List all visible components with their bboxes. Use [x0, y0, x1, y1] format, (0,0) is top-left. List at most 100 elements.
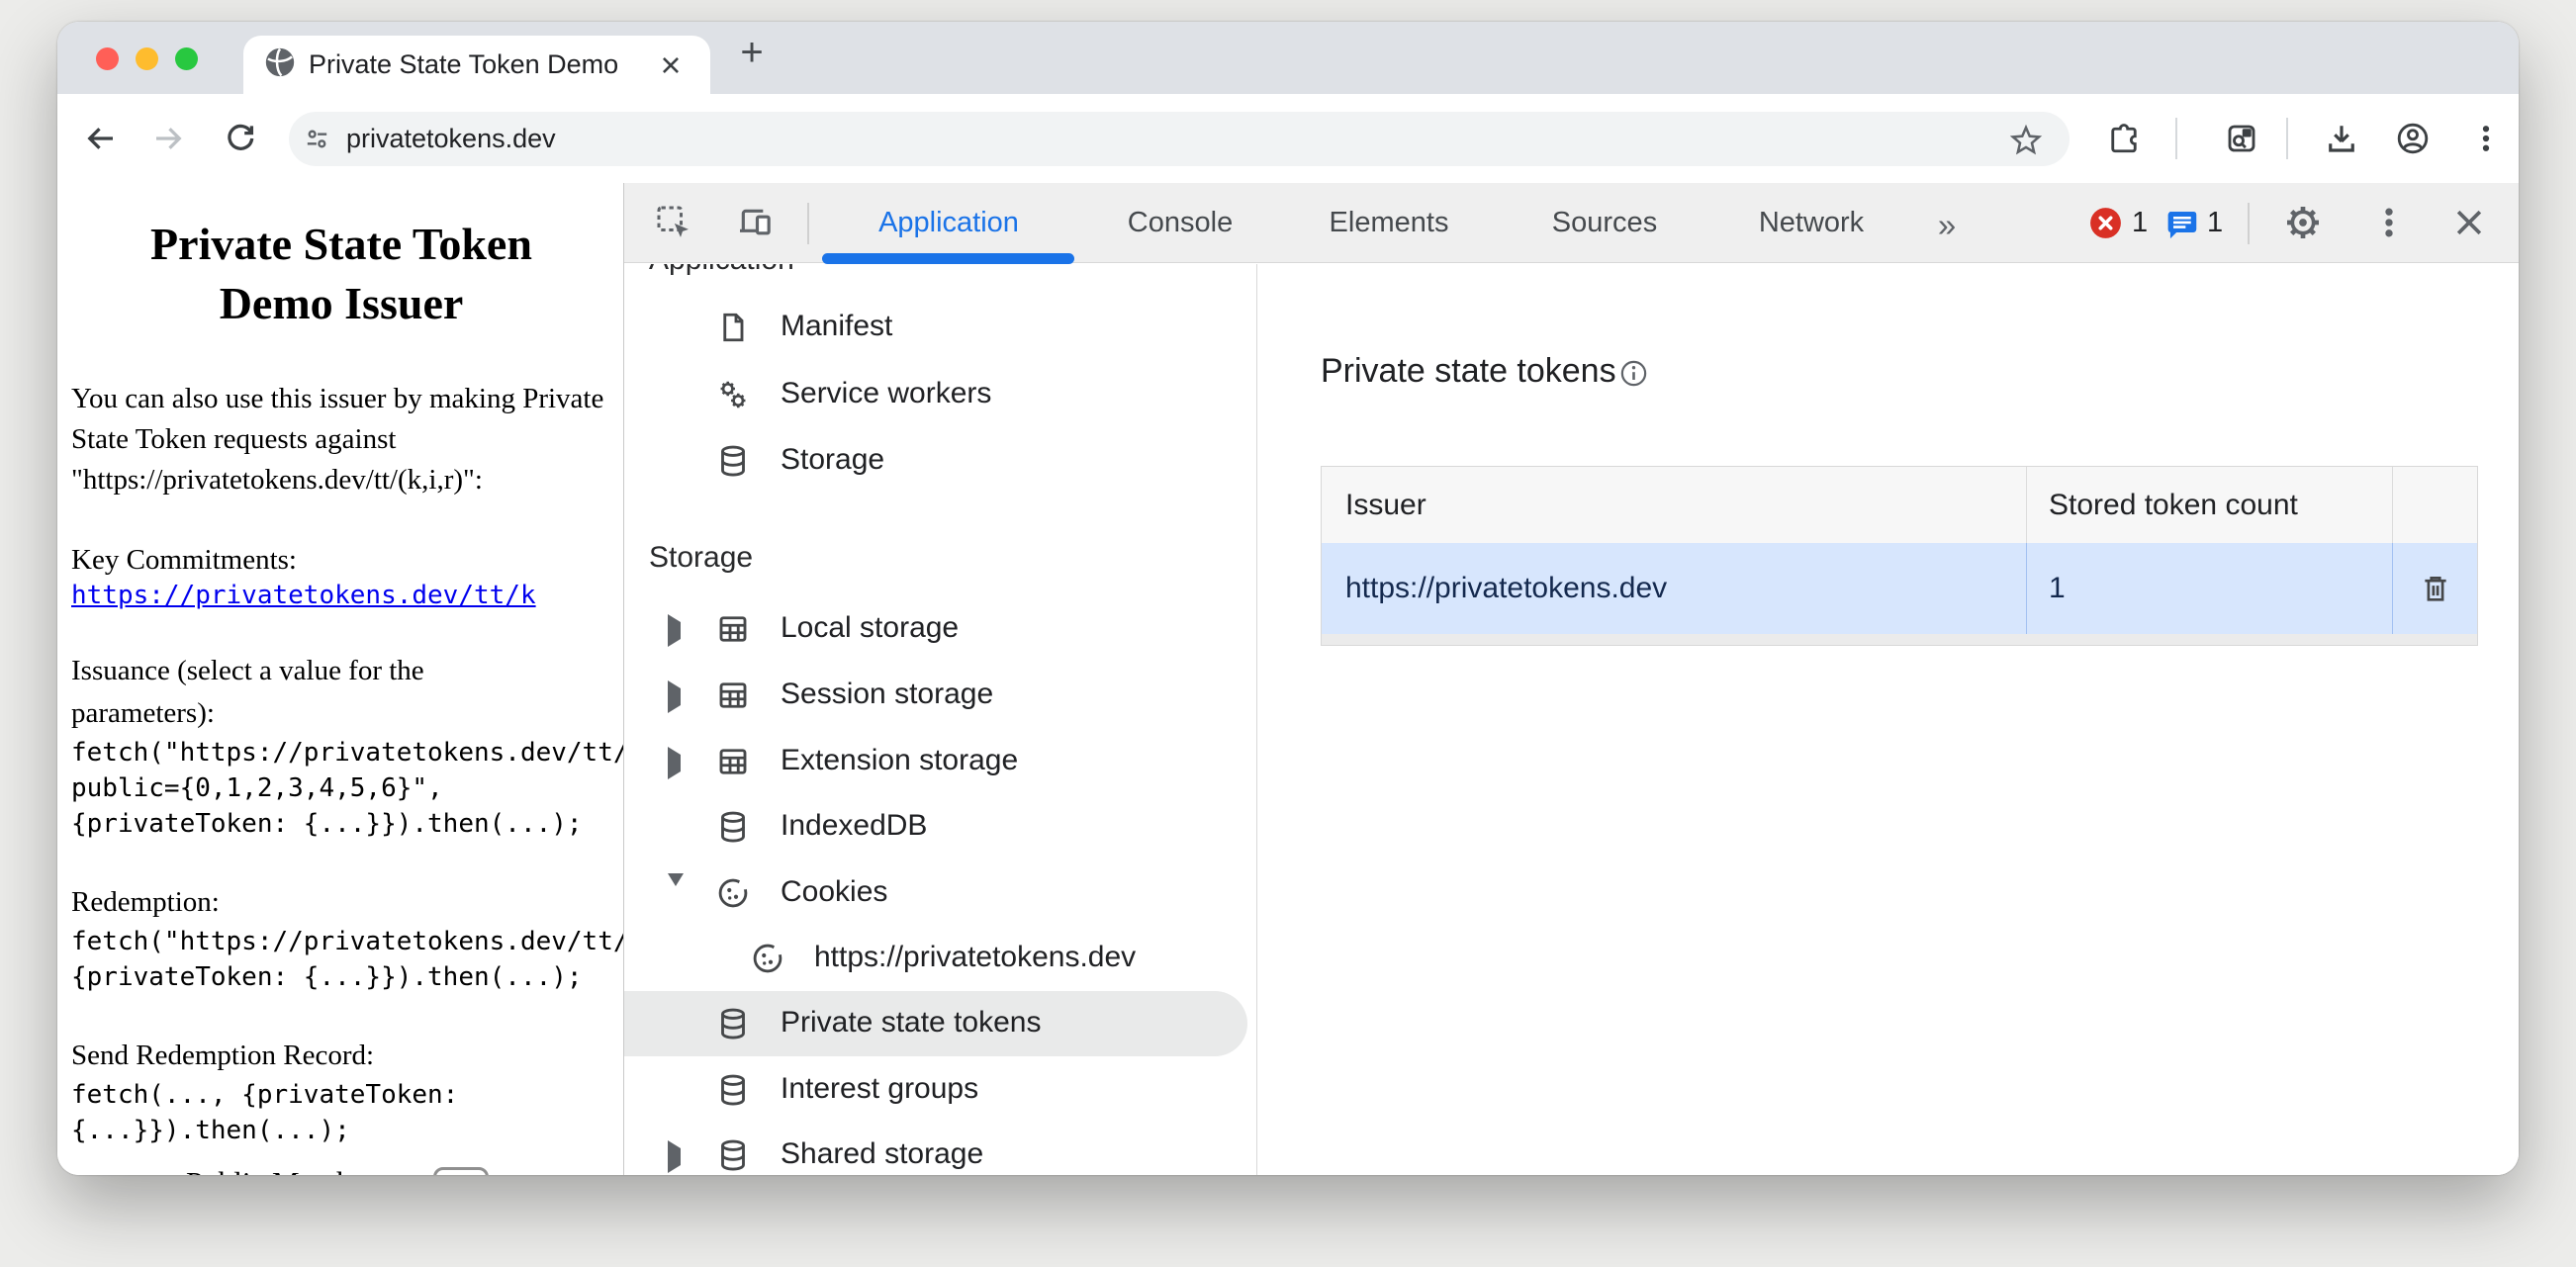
- error-count: 1: [2132, 207, 2148, 239]
- issuance-section: Issuance (select a value for the paramet…: [71, 650, 611, 842]
- sidebar-item-extension-storage[interactable]: Extension storage: [624, 729, 1249, 794]
- url-text: privatetokens.dev: [346, 124, 556, 154]
- reload-icon[interactable]: [223, 121, 258, 156]
- device-toolbar-icon[interactable]: [735, 203, 775, 242]
- database-icon: [715, 1006, 751, 1041]
- tab-sources[interactable]: Sources: [1552, 207, 1657, 239]
- redemption-code: fetch("https://privatetokens.dev/tt/ {pr…: [71, 924, 611, 995]
- key-commitments-link[interactable]: https://privatetokens.dev/tt/k: [71, 581, 536, 610]
- redemption-section: Redemption: fetch("https://privatetokens…: [71, 881, 611, 995]
- send-redemption-record-code: fetch(..., {privateToken: {...}}).then(.…: [71, 1077, 611, 1148]
- key-commitments-label: Key Commitments:: [71, 540, 611, 581]
- cell-issuer: https://privatetokens.dev: [1322, 543, 2027, 634]
- sidebar-item-cookies[interactable]: Cookies: [624, 860, 1249, 926]
- devtools-sidebar: Application Manifest: [624, 264, 1257, 1175]
- tab-console[interactable]: Console: [1128, 207, 1233, 239]
- table-row[interactable]: https://privatetokens.dev 1: [1321, 543, 2478, 634]
- grid-table-icon: [715, 611, 751, 647]
- devtools-close-icon[interactable]: [2449, 203, 2489, 242]
- bookmark-star-icon[interactable]: [2008, 122, 2044, 157]
- column-header-stored-token-count[interactable]: Stored token count: [2027, 467, 2393, 543]
- tab-strip: Private State Token Demo +: [57, 22, 2519, 94]
- console-message-icon[interactable]: [2163, 206, 2203, 245]
- toolbar-divider: [2286, 118, 2288, 159]
- public-member-label: Public Member: [186, 1165, 376, 1175]
- public-member-input[interactable]: [433, 1167, 489, 1175]
- sidebar-item-private-state-tokens[interactable]: Private state tokens: [624, 991, 1247, 1056]
- extensions-puzzle-icon[interactable]: [2106, 121, 2142, 156]
- grid-table-icon: [715, 678, 751, 713]
- disclosure-triangle-icon[interactable]: [668, 1148, 681, 1166]
- sidebar-item-shared-storage[interactable]: Shared storage: [624, 1123, 1249, 1175]
- database-icon: [715, 1072, 751, 1108]
- send-redemption-record-label: Send Redemption Record:: [71, 1035, 546, 1077]
- browser-menu-kebab-icon[interactable]: [2468, 121, 2504, 156]
- sidebar-item-local-storage[interactable]: Local storage: [624, 596, 1249, 662]
- settings-gear-icon[interactable]: [2283, 203, 2323, 242]
- redemption-label: Redemption:: [71, 881, 546, 924]
- disclosure-triangle-icon[interactable]: [668, 688, 681, 706]
- page-title: Private State Token Demo Issuer: [71, 215, 611, 333]
- devtools-main-panel: Private state tokens: [1258, 264, 2519, 1175]
- web-page: Private State Token Demo Issuer You can …: [57, 183, 623, 1175]
- cell-actions: [2393, 543, 2477, 634]
- profile-icon[interactable]: [2395, 121, 2431, 156]
- disclosure-triangle-icon[interactable]: [668, 886, 684, 904]
- devtools-menu-kebab-icon[interactable]: [2369, 203, 2409, 242]
- content-area: Private State Token Demo Issuer You can …: [57, 183, 2519, 1175]
- tab-elements[interactable]: Elements: [1330, 207, 1449, 239]
- clipped-bottom-row: Public Member: [57, 1165, 623, 1175]
- intro-paragraph: You can also use this issuer by making P…: [71, 379, 611, 500]
- tab-close-icon[interactable]: [654, 48, 688, 82]
- site-settings-tune-icon[interactable]: [303, 125, 331, 153]
- devtools-body: Application Manifest: [624, 264, 2519, 1175]
- sidebar-item-indexeddb[interactable]: IndexedDB: [624, 794, 1249, 860]
- url-bar[interactable]: privatetokens.dev: [289, 112, 2070, 166]
- disclosure-triangle-icon[interactable]: [668, 755, 681, 772]
- back-icon[interactable]: [83, 121, 119, 156]
- issuance-code: fetch("https://privatetokens.dev/tt/ pub…: [71, 735, 611, 842]
- sidebar-item-interest-groups[interactable]: Interest groups: [624, 1057, 1249, 1123]
- sidebar-item-session-storage[interactable]: Session storage: [624, 663, 1249, 728]
- table-header-row: Issuer Stored token count: [1321, 466, 2478, 543]
- grid-table-icon: [715, 744, 751, 779]
- issuance-label: Issuance (select a value for the paramet…: [71, 650, 546, 735]
- sidebar-section-application: Application: [624, 264, 1249, 295]
- browser-tab[interactable]: Private State Token Demo: [243, 36, 710, 94]
- disclosure-triangle-icon[interactable]: [668, 622, 681, 640]
- column-header-actions: [2393, 467, 2477, 543]
- devtools-panel: Application Console Elements Sources Net…: [623, 183, 2519, 1175]
- new-tab-icon[interactable]: +: [732, 34, 772, 73]
- column-header-issuer[interactable]: Issuer: [1322, 467, 2027, 543]
- screenshot-stage: Private State Token Demo +: [0, 0, 2576, 1267]
- tab-application[interactable]: Application: [878, 207, 1019, 239]
- database-icon: [715, 809, 751, 845]
- sidebar-item-manifest[interactable]: Manifest: [624, 295, 1249, 360]
- more-tabs-chevron-icon[interactable]: »: [1938, 207, 1956, 244]
- trash-icon[interactable]: [2419, 572, 2452, 605]
- inspect-element-icon[interactable]: [654, 203, 693, 242]
- table-footer-strip: [1321, 634, 2478, 646]
- toolbar-divider: [2175, 118, 2177, 159]
- sidebar-item-storage[interactable]: Storage: [624, 428, 1249, 494]
- cookie-icon: [750, 941, 785, 976]
- browser-window: Private State Token Demo +: [57, 22, 2519, 1175]
- forward-icon[interactable]: [150, 121, 186, 156]
- sidebar-item-service-workers[interactable]: Service workers: [624, 362, 1249, 427]
- devtools-toolbar-divider: [807, 203, 809, 244]
- sidebar-item-cookie-origin[interactable]: https://privatetokens.dev: [624, 926, 1249, 991]
- info-icon[interactable]: [1618, 358, 1649, 389]
- database-icon: [715, 1137, 751, 1173]
- traffic-light-zoom-icon[interactable]: [175, 47, 198, 70]
- traffic-light-minimize-icon[interactable]: [136, 47, 158, 70]
- tab-title: Private State Token Demo: [309, 49, 618, 80]
- traffic-light-close-icon[interactable]: [96, 47, 119, 70]
- document-icon: [715, 310, 751, 345]
- browser-toolbar: privatetokens.dev: [57, 94, 2519, 183]
- download-icon[interactable]: [2324, 121, 2359, 156]
- sidebar-section-storage: Storage: [624, 527, 1249, 592]
- error-badge-icon[interactable]: [2087, 205, 2127, 244]
- side-panel-search-icon[interactable]: [2224, 121, 2259, 156]
- cookie-icon: [715, 875, 751, 911]
- tab-network[interactable]: Network: [1759, 207, 1864, 239]
